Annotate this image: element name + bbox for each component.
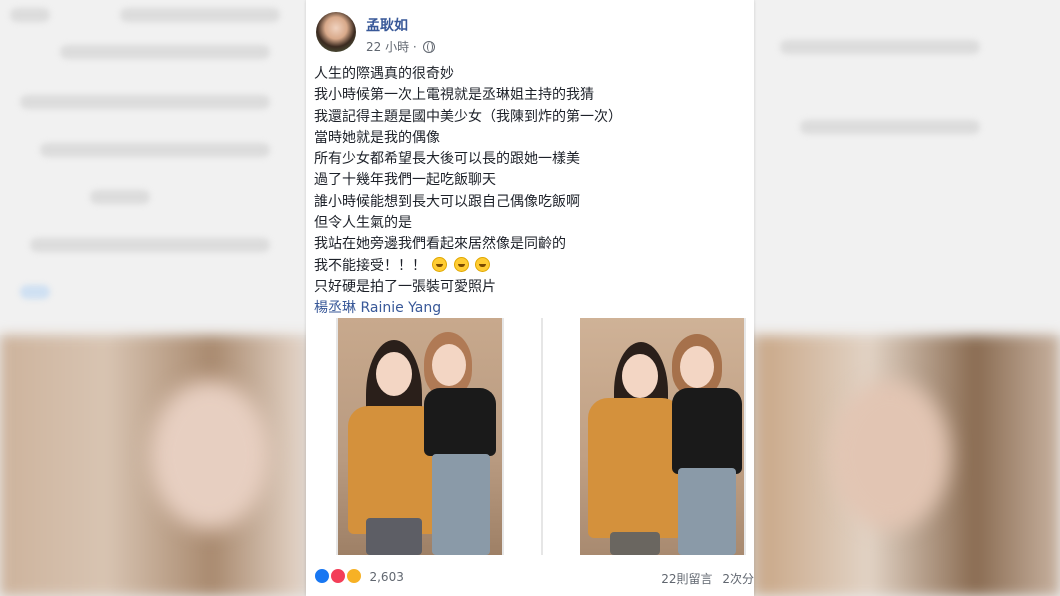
laughing-emoji-icon — [453, 256, 469, 272]
blurred-text — [20, 285, 50, 299]
post-line: 只好硬是拍了一張裝可愛照片 — [314, 278, 496, 295]
reaction-summary[interactable]: 2,603 — [314, 568, 404, 584]
blurred-text — [20, 95, 270, 109]
post-author[interactable]: 孟耿如 — [366, 15, 408, 35]
blurred-text — [40, 143, 270, 157]
blurred-text — [800, 120, 980, 134]
love-icon — [329, 568, 346, 584]
post-time[interactable]: 22 小時 — [366, 40, 409, 54]
post-line: 所有少女都希望長大後可以長的跟她一樣美 — [314, 151, 580, 168]
post-text: 人生的際遇真的很奇妙 我小時候第一次上電視就是丞琳姐主持的我猜 我還記得主題是國… — [314, 64, 746, 320]
post-photo-2[interactable] — [580, 318, 744, 555]
tagged-user-link[interactable]: 楊丞琳 Rainie Yang — [314, 298, 746, 319]
blurred-face — [830, 380, 950, 530]
blurred-text — [780, 40, 980, 54]
reaction-count: 2,603 — [369, 570, 404, 584]
post-line: 我還記得主題是國中美少女（我陳到炸的第一次） — [314, 108, 622, 125]
post-line: 我小時候第一次上電視就是丞琳姐主持的我猜 — [314, 87, 594, 104]
engagement-counts: 22則留言 2次分 — [661, 570, 754, 587]
blurred-text — [120, 8, 280, 22]
haha-icon — [345, 568, 362, 584]
comment-count-link[interactable]: 22則留言 — [661, 572, 712, 586]
like-icon — [314, 568, 330, 584]
post-line: 當時她就是我的偶像 — [314, 129, 440, 146]
post-line: 人生的際遇真的很奇妙 — [314, 66, 454, 82]
post-meta: 22 小時 · — [366, 38, 435, 55]
post-photo-1[interactable] — [338, 318, 502, 555]
post-line: 我站在她旁邊我們看起來居然像是同齡的 — [314, 236, 566, 253]
blurred-text — [60, 45, 270, 59]
blurred-face — [150, 380, 270, 530]
facebook-post-card: 孟耿如 22 小時 · 人生的際遇真的很奇妙 我小時候第一次上電視就是丞琳姐主持… — [306, 0, 754, 596]
profile-avatar[interactable] — [316, 12, 356, 52]
post-line: 過了十幾年我們一起吃飯聊天 — [314, 172, 496, 189]
post-line-with-emoji: 我不能接受！！！ — [314, 256, 746, 277]
globe-icon — [422, 41, 435, 53]
blurred-text — [10, 8, 50, 22]
laughing-emoji-icon — [475, 256, 491, 272]
laughing-emoji-icon — [432, 256, 448, 272]
blurred-text — [90, 190, 150, 204]
share-count-link[interactable]: 2次分 — [722, 572, 754, 586]
post-line: 誰小時候能想到長大可以跟自己偶像吃飯啊 — [314, 193, 580, 210]
post-line: 但令人生氣的是 — [314, 215, 412, 232]
blurred-text — [30, 238, 270, 252]
